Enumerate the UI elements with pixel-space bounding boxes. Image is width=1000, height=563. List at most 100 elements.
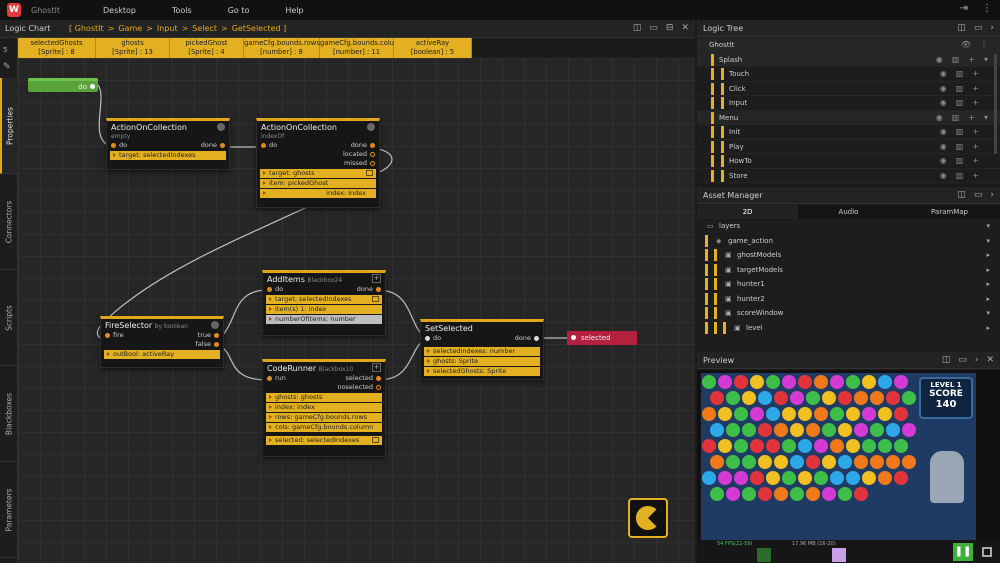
crumb-ghostit[interactable]: [ GhostIt (69, 24, 104, 33)
variable-chip[interactable]: gameCfg.bounds.colu [number] : 11 (320, 38, 394, 58)
input-pin[interactable] (105, 333, 110, 338)
ghost-sprite[interactable] (814, 375, 828, 389)
gear-icon[interactable] (217, 123, 225, 131)
ghost-sprite[interactable] (878, 439, 892, 453)
param-cols[interactable]: cols: gameCfg.bounds.column (266, 423, 382, 432)
ghost-sprite[interactable] (886, 423, 900, 437)
asset-item[interactable]: ▣ hunter2 ▸ (697, 292, 1000, 307)
eye-icon[interactable]: ◉ (936, 111, 943, 126)
ghost-sprite[interactable] (830, 439, 844, 453)
ghost-sprite[interactable] (782, 407, 796, 421)
ghost-sprite[interactable] (750, 439, 764, 453)
tree-item[interactable]: Play ◉ ▥ + (697, 140, 1000, 154)
ghost-sprite[interactable] (766, 471, 780, 485)
variable-chip[interactable]: pickedGhost [Sprite] : 4 (170, 38, 244, 58)
param-rows[interactable]: rows: gameCfg.bounds.rows (266, 413, 382, 422)
asset-item[interactable]: ▣ ghostModels ▸ (697, 248, 1000, 263)
trash-icon[interactable]: ▥ (952, 111, 960, 126)
do-start-node[interactable]: do (28, 78, 98, 92)
chevron-icon[interactable]: ▾ (986, 234, 990, 249)
add-icon[interactable]: + (972, 169, 979, 184)
ghost-sprite[interactable] (750, 375, 764, 389)
add-icon[interactable]: + (972, 82, 979, 97)
ghost-sprite[interactable] (862, 439, 876, 453)
ghost-sprite[interactable] (742, 391, 756, 405)
ghost-sprite[interactable] (742, 423, 756, 437)
ghost-sprite[interactable] (702, 439, 716, 453)
param-selected-indexes[interactable]: selectedIndexes: number (424, 347, 540, 356)
ghost-sprite[interactable] (846, 375, 860, 389)
add-icon[interactable]: + (972, 154, 979, 169)
ghost-sprite[interactable] (854, 391, 868, 405)
ghost-sprite[interactable] (798, 471, 812, 485)
set-selected-node[interactable]: SetSelected do done selectedIndexes: numb… (420, 319, 544, 380)
output-pin[interactable] (376, 376, 381, 381)
ghost-sprite[interactable] (838, 423, 852, 437)
ghost-sprite[interactable] (734, 471, 748, 485)
output-pin[interactable] (214, 342, 219, 347)
code-runner-node[interactable]: CodeRunner Blackbox10 + run selected nose… (262, 359, 386, 457)
chevron-icon[interactable]: ▸ (986, 248, 990, 263)
tree-item[interactable]: Init ◉ ▥ + (697, 125, 1000, 140)
tab-2d[interactable]: 2D (697, 205, 798, 219)
expand-icon[interactable]: › (990, 20, 994, 37)
ghost-sprite[interactable] (902, 423, 916, 437)
ghost-sprite[interactable] (742, 455, 756, 469)
input-pin[interactable] (111, 143, 116, 148)
menu-goto[interactable]: Go to (228, 6, 250, 15)
param-items[interactable]: item(s) 1: index (266, 305, 382, 314)
param-selected-ghosts[interactable]: selectedGhosts: Sprite (424, 367, 540, 376)
tab-parammap[interactable]: ParamMap (899, 205, 1000, 219)
ghost-sprite[interactable] (830, 471, 844, 485)
eye-icon[interactable]: ◉ (940, 96, 947, 111)
ghost-sprite[interactable] (830, 407, 844, 421)
add-icon[interactable]: + (972, 96, 979, 111)
tree-item[interactable]: HowTo ◉ ▥ + (697, 154, 1000, 169)
chevron-down-icon[interactable]: ▾ (984, 53, 988, 68)
tab-connectors[interactable]: Connectors (0, 174, 18, 270)
crumb-select[interactable]: Select (192, 24, 217, 33)
split-icon[interactable]: ◫ (633, 23, 642, 33)
trash-icon[interactable]: ▥ (956, 169, 964, 184)
ghost-sprite[interactable] (782, 439, 796, 453)
eye-icon[interactable]: ◉ (940, 169, 947, 184)
ghost-sprite[interactable] (758, 455, 772, 469)
ghost-sprite[interactable] (878, 471, 892, 485)
variable-chip[interactable]: selectedGhosts [Sprite] : 8 (18, 38, 96, 58)
trash-icon[interactable]: ▥ (956, 125, 964, 140)
output-pin[interactable] (376, 287, 381, 292)
ghost-sprite[interactable] (766, 439, 780, 453)
ghost-sprite[interactable] (726, 391, 740, 405)
output-pin[interactable] (370, 143, 375, 148)
eye-icon[interactable]: ◉ (940, 154, 947, 169)
ghost-sprite[interactable] (766, 375, 780, 389)
menu-dots-icon[interactable]: ⋮ (982, 3, 992, 14)
ghost-sprite[interactable] (822, 423, 836, 437)
fire-selector-node[interactable]: FireSelector by boolean fire true false o… (100, 316, 224, 368)
expand-icon[interactable]: › (990, 187, 994, 204)
ghost-sprite[interactable] (782, 375, 796, 389)
pin-icon[interactable]: ✎ (3, 62, 11, 72)
ghost-sprite[interactable] (750, 407, 764, 421)
ghost-sprite[interactable] (806, 391, 820, 405)
ghost-sprite[interactable] (734, 439, 748, 453)
ghost-sprite[interactable] (806, 455, 820, 469)
menu-tools[interactable]: Tools (172, 6, 192, 15)
trash-icon[interactable]: ▥ (956, 154, 964, 169)
tab-properties[interactable]: Properties (0, 78, 18, 174)
crumb-getselected[interactable]: GetSelected ] (232, 24, 287, 33)
ghost-sprite[interactable] (774, 423, 788, 437)
ghost-sprite[interactable] (806, 487, 820, 501)
close-icon[interactable]: ✕ (986, 352, 994, 369)
chevron-icon[interactable]: ▾ (986, 219, 990, 234)
add-icon[interactable]: + (972, 67, 979, 82)
input-pin[interactable] (425, 336, 430, 341)
split-icon[interactable]: ◫ (957, 20, 966, 37)
pause-button[interactable]: ❚❚ (953, 543, 973, 561)
param-ghosts[interactable]: ghosts: Sprite (424, 357, 540, 366)
add-icon[interactable]: + (372, 274, 381, 283)
expand-icon[interactable]: › (975, 352, 979, 369)
trash-icon[interactable]: ▥ (956, 67, 964, 82)
output-pin[interactable] (370, 152, 375, 157)
ghost-sprite[interactable] (846, 471, 860, 485)
